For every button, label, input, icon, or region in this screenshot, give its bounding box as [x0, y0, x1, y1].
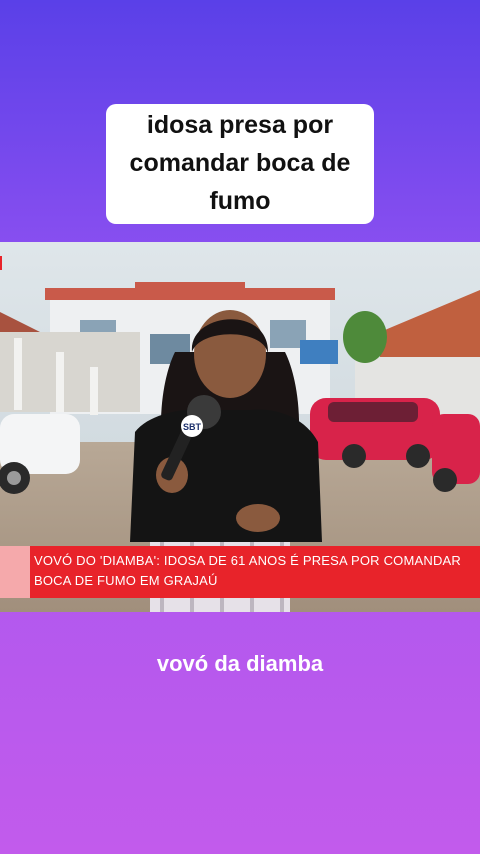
ticker-accent	[0, 546, 30, 598]
bottom-caption: vovó da diamba	[156, 651, 324, 676]
ticker-line-1: VOVÓ DO 'DIAMBA': IDOSA DE 61 ANOS É PRE…	[34, 553, 462, 568]
top-caption-line-1: idosa presa por	[146, 111, 334, 139]
mic-logo-text: SBT	[183, 422, 202, 432]
red-car-2	[432, 414, 480, 492]
top-caption-line-2: comandar boca de	[129, 149, 351, 177]
top-caption-line-3: fumo	[209, 187, 271, 215]
left-edge-marker	[0, 256, 2, 270]
red-car	[310, 398, 440, 468]
ticker-line-2: BOCA DE FUMO EM GRAJAÚ	[34, 573, 218, 588]
top-caption: idosa presa por comandar boca de fumo	[106, 104, 374, 224]
news-ticker: VOVÓ DO 'DIAMBA': IDOSA DE 61 ANOS É PRE…	[30, 546, 480, 598]
